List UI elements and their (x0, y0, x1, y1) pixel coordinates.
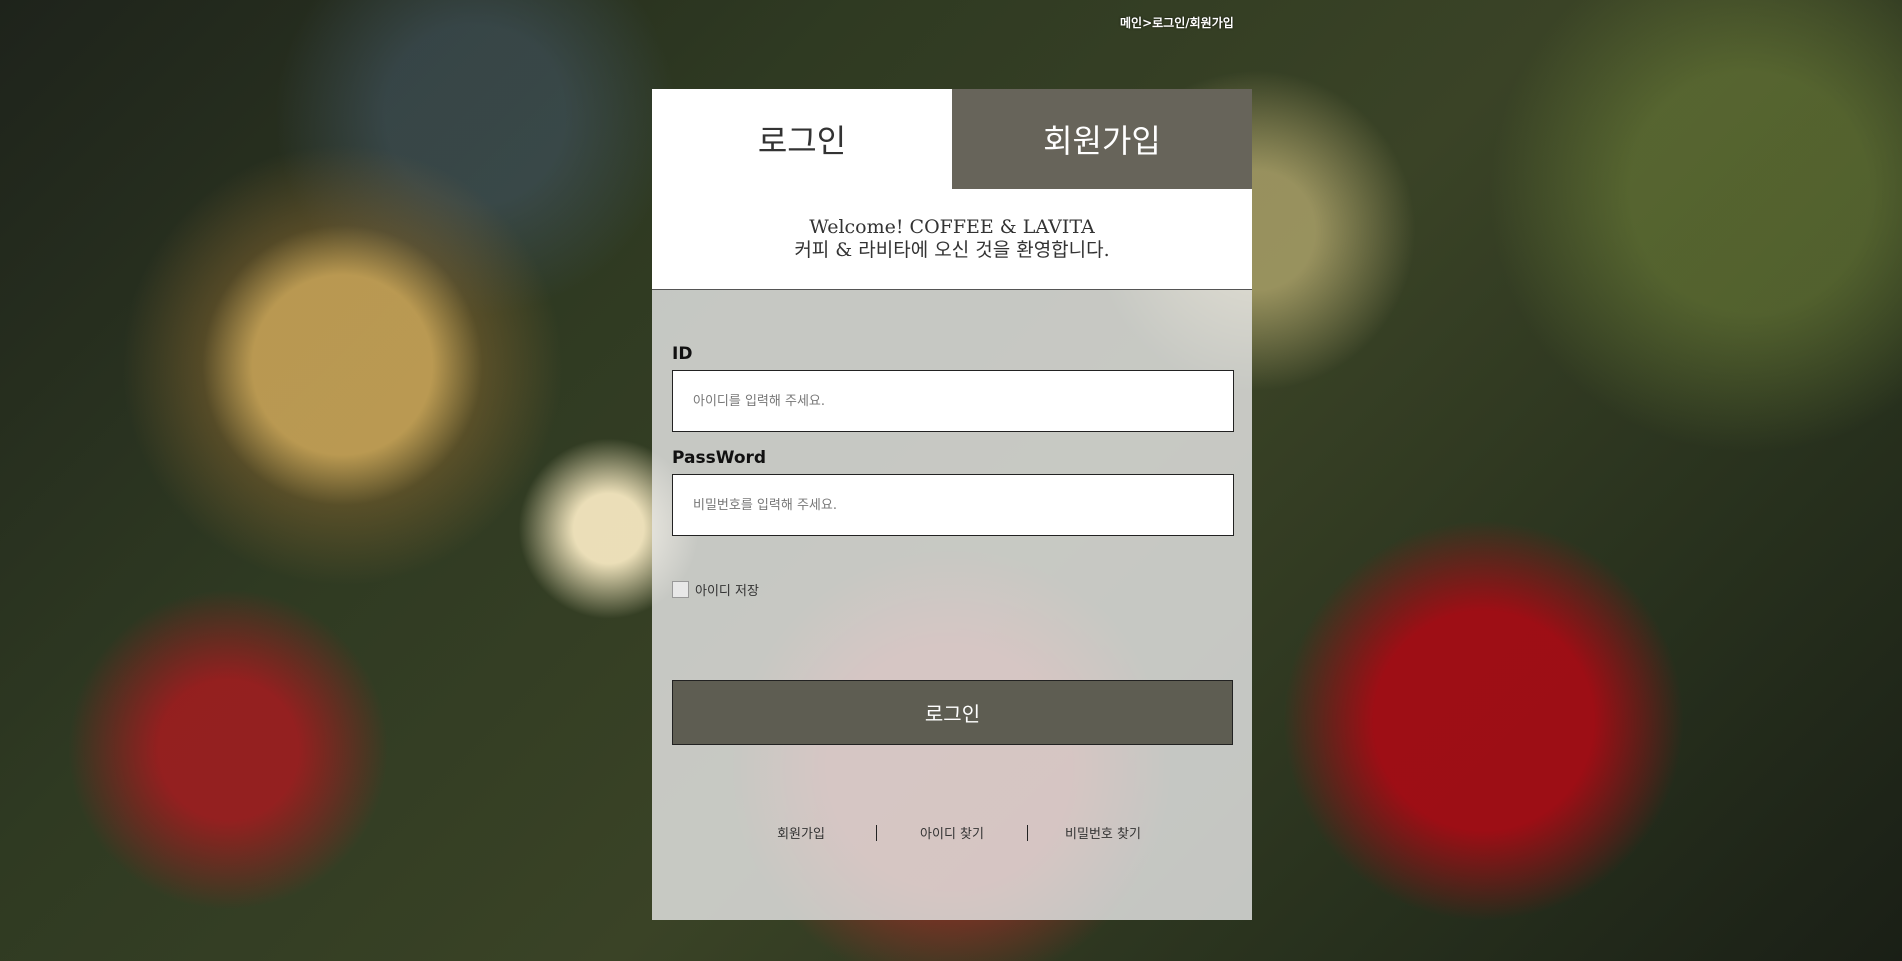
find-id-link[interactable]: 아이디 찾기 (877, 823, 1027, 842)
remember-id-label: 아이디 저장 (695, 584, 759, 599)
login-panel: 로그인 회원가입 Welcome! COFFEE & LAVITA 커피 & 라… (652, 89, 1252, 920)
tab-signup[interactable]: 회원가입 (952, 89, 1252, 189)
remember-id[interactable]: 아이디 저장 (672, 580, 759, 599)
welcome-line-korean: 커피 & 라비타에 오신 것을 환영합니다. (794, 239, 1110, 261)
remember-id-checkbox[interactable] (672, 581, 689, 598)
welcome-message: Welcome! COFFEE & LAVITA 커피 & 라비타에 오신 것을… (652, 189, 1252, 290)
welcome-line-english: Welcome! COFFEE & LAVITA (809, 216, 1095, 238)
id-label: ID (672, 344, 693, 364)
password-label: PassWord (672, 448, 767, 468)
password-input[interactable] (672, 474, 1234, 536)
signup-link[interactable]: 회원가입 (726, 823, 876, 842)
login-form: ID PassWord 아이디 저장 로그인 회원가입 아이디 찾기 비밀번호 … (652, 290, 1252, 920)
auth-tabs: 로그인 회원가입 (652, 89, 1252, 189)
breadcrumb: 메인>로그인/회원가입 (1120, 16, 1234, 30)
find-password-link[interactable]: 비밀번호 찾기 (1028, 823, 1178, 842)
id-input[interactable] (672, 370, 1234, 432)
login-button[interactable]: 로그인 (672, 680, 1233, 745)
auth-links: 회원가입 아이디 찾기 비밀번호 찾기 (652, 823, 1252, 842)
tab-login[interactable]: 로그인 (652, 89, 952, 189)
